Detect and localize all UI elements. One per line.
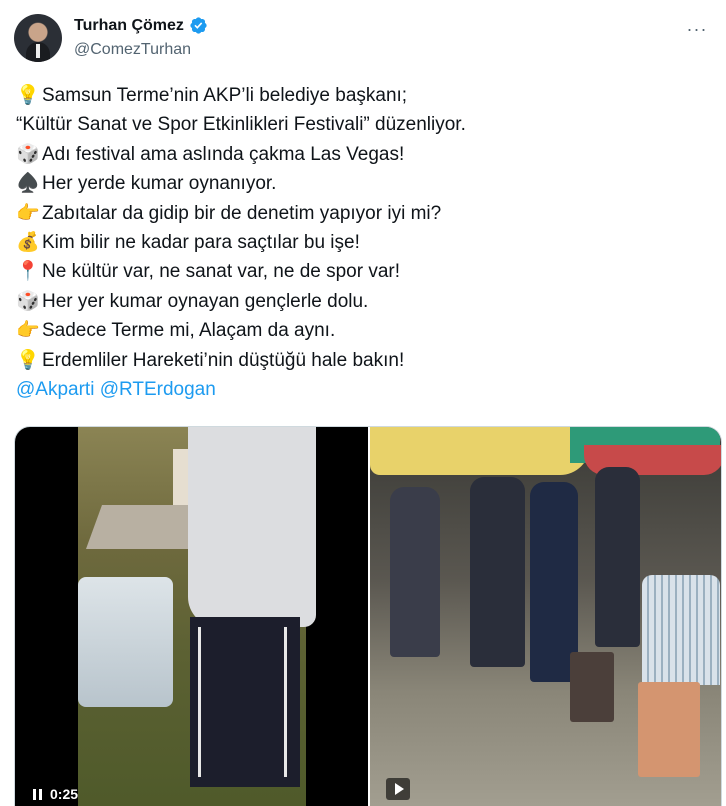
umbrella-shape	[370, 427, 590, 475]
tweet-text: 💡 Samsun Terme’nin AKP’li belediye başkan…	[16, 81, 716, 404]
tweet-line: 👉 Zabıtalar da gidip bir de denetim yapıy…	[16, 199, 716, 228]
tweet-line: 👉 Sadece Terme mi, Alaçam da aynı.	[16, 316, 716, 345]
avatar[interactable]	[14, 14, 62, 62]
avatar-tie	[36, 44, 40, 58]
tweet-line: 💡 Samsun Terme’nin AKP’li belediye başkan…	[16, 81, 716, 110]
tweet-line: 🎲 Adı festival ama aslında çakma Las Vega…	[16, 140, 716, 169]
tweet-line-text: Zabıtalar da gidip bir de denetim yapıyo…	[42, 202, 442, 224]
video-player[interactable]: 0:25	[15, 427, 368, 806]
person-shape	[470, 477, 525, 667]
pants-stripe	[284, 627, 287, 777]
tweet-line-text: Adı festival ama aslında çakma Las Vegas…	[42, 143, 405, 165]
spade-icon: ♠️	[16, 173, 40, 195]
mention-link[interactable]: @RTErdogan	[100, 375, 216, 404]
mention-link[interactable]: @Akparti	[16, 375, 94, 404]
stool-shape	[570, 652, 614, 722]
person-shirt-shape	[188, 427, 316, 627]
video-controls: 0:25	[33, 786, 78, 802]
tweet-line: ♠️ Her yerde kumar oynanıyor.	[16, 169, 716, 198]
person-shape	[595, 467, 640, 647]
tweet-line-text: Her yer kumar oynayan gençlerle dolu.	[42, 290, 369, 312]
tweet-line: 🎲 Her yer kumar oynayan gençlerle dolu.	[16, 287, 716, 316]
more-options-button[interactable]: ···	[682, 14, 712, 44]
person-shape	[390, 487, 440, 657]
mentions-line: @Akparti @RTErdogan	[16, 375, 716, 404]
author-name[interactable]: Turhan Çömez	[74, 17, 184, 35]
checked-shirt-shape	[642, 575, 720, 685]
video-frame	[78, 427, 316, 806]
tweet-line-text: Samsun Terme’nin AKP’li belediye başkanı…	[42, 85, 408, 106]
pointing-hand-icon: 👉	[16, 320, 40, 342]
tweet-line-text: Erdemliler Hareketi’nin düştüğü hale bak…	[42, 349, 405, 371]
video-thumbnail-2[interactable]	[370, 427, 721, 806]
tweet-line-text: Her yerde kumar oynanıyor.	[42, 173, 277, 195]
stool-shape	[638, 682, 700, 777]
plastic-chair-shape	[78, 577, 173, 707]
money-bag-icon: 💰	[16, 232, 40, 254]
pin-icon: 📍	[16, 261, 40, 283]
light-bulb-icon: 💡	[16, 85, 40, 106]
dice-icon: 🎲	[16, 143, 40, 165]
tweet-header: Turhan Çömez @ComezTurhan ···	[14, 12, 714, 64]
author-name-row: Turhan Çömez	[74, 16, 208, 35]
tweet-line: “Kültür Sanat ve Spor Etkinlikleri Festi…	[16, 110, 716, 139]
pointing-hand-icon: 👉	[16, 202, 40, 224]
light-bulb-icon: 💡	[16, 349, 40, 371]
tweet-line: 💰 Kim bilir ne kadar para saçtılar bu işe…	[16, 228, 716, 257]
verified-badge-icon	[190, 17, 207, 34]
tweet-line-text: “Kültür Sanat ve Spor Etkinlikleri Festi…	[16, 114, 466, 136]
media-grid: 0:25	[14, 426, 722, 806]
tweet-line-text: Sadece Terme mi, Alaçam da aynı.	[42, 320, 336, 342]
video-time: 0:25	[50, 786, 79, 802]
dice-icon: 🎲	[16, 290, 40, 312]
tweet-line: 📍 Ne kültür var, ne sanat var, ne de spor…	[16, 257, 716, 286]
tweet-line-text: Ne kültür var, ne sanat var, ne de spor …	[42, 261, 401, 283]
pause-icon[interactable]	[33, 788, 42, 800]
tweet-line-text: Kim bilir ne kadar para saçtılar bu işe!	[42, 232, 360, 254]
pants-stripe	[198, 627, 201, 777]
tweet-line: 💡 Erdemliler Hareketi’nin düştüğü hale ba…	[16, 346, 716, 375]
author-handle[interactable]: @ComezTurhan	[74, 41, 191, 59]
play-icon[interactable]	[386, 778, 410, 800]
